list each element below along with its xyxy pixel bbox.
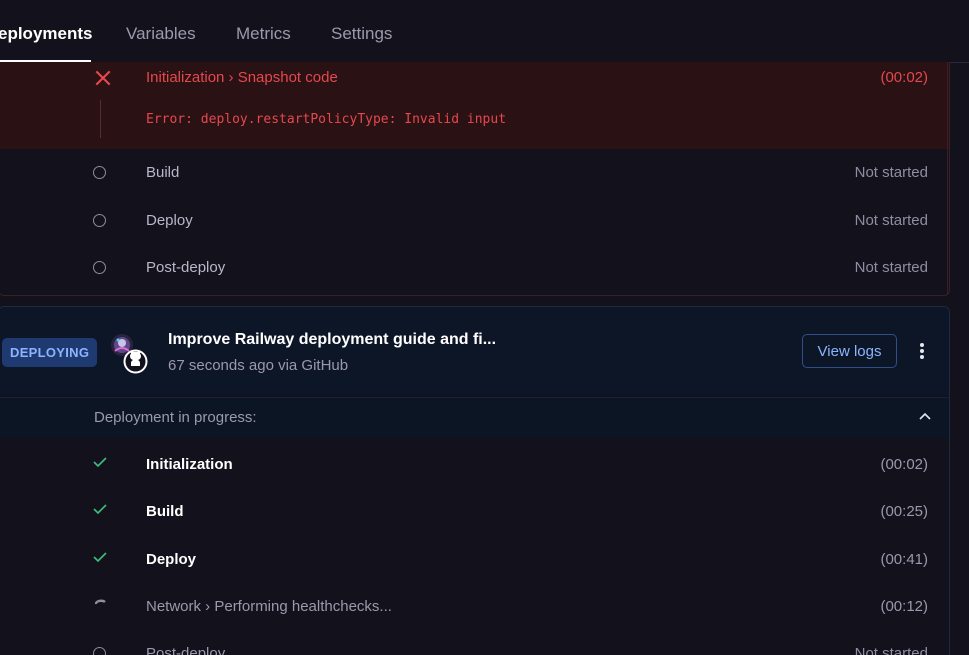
view-logs-button[interactable]: View logs xyxy=(802,334,897,368)
step-row: Post-deploy Not started xyxy=(0,252,949,292)
deployment-progress-header[interactable]: Deployment in progress: xyxy=(0,397,949,438)
step-row: Build Not started xyxy=(0,157,949,197)
more-options-icon[interactable] xyxy=(917,343,927,361)
step-status: Not started xyxy=(854,212,928,229)
step-time: (00:25) xyxy=(880,503,928,520)
step-row: Deploy (00:41) xyxy=(0,540,949,580)
step-row: Deploy Not started xyxy=(0,205,949,245)
active-deployment-card: DEPLOYING Improve Railway deployment gui… xyxy=(0,306,950,655)
check-icon xyxy=(93,552,107,563)
deployments-page: eployments Variables Metrics Settings In… xyxy=(0,0,969,655)
commit-meta: 67 seconds ago via GitHub xyxy=(168,357,349,374)
step-row: Post-deploy Not started xyxy=(0,633,949,655)
chevron-up-icon[interactable] xyxy=(919,411,931,423)
tab-metrics[interactable]: Metrics xyxy=(236,24,291,44)
step-time: Not started xyxy=(854,645,928,655)
error-step-time: (00:02) xyxy=(880,69,928,86)
step-label: Build xyxy=(146,164,180,181)
deployment-header[interactable]: DEPLOYING Improve Railway deployment gui… xyxy=(0,307,949,395)
tab-variables[interactable]: Variables xyxy=(126,24,196,44)
progress-label: Deployment in progress: xyxy=(94,409,257,426)
step-row: Initialization (00:02) xyxy=(0,445,949,485)
pending-circle-icon xyxy=(93,647,106,655)
spinner-icon xyxy=(94,599,106,605)
check-icon xyxy=(93,504,107,515)
commit-title[interactable]: Improve Railway deployment guide and fi.… xyxy=(168,331,496,349)
step-row: Network › Performing healthchecks... (00… xyxy=(0,587,949,627)
card-edge xyxy=(947,62,948,295)
check-icon xyxy=(93,457,107,468)
pending-circle-icon xyxy=(93,261,106,274)
step-label: Network › Performing healthchecks... xyxy=(146,598,392,615)
step-label: Build xyxy=(146,503,184,520)
tab-deployments[interactable]: eployments xyxy=(0,24,92,44)
tab-bar: eployments Variables Metrics Settings xyxy=(0,0,969,63)
close-icon xyxy=(95,70,111,86)
step-status: Not started xyxy=(854,259,928,276)
step-label: Deploy xyxy=(146,212,193,229)
tab-settings[interactable]: Settings xyxy=(331,24,392,44)
step-label: Post-deploy xyxy=(146,259,226,276)
step-row: Build (00:25) xyxy=(0,492,949,532)
status-badge: DEPLOYING xyxy=(2,338,98,367)
pending-circle-icon xyxy=(93,166,106,179)
pending-circle-icon xyxy=(93,214,106,227)
failed-deployment-card: Initialization › Snapshot code (00:02) E… xyxy=(0,62,950,296)
step-time: (00:02) xyxy=(880,456,928,473)
github-icon xyxy=(123,349,148,374)
step-time: (00:12) xyxy=(880,598,928,615)
step-status: Not started xyxy=(854,164,928,181)
step-label: Initialization xyxy=(146,456,233,473)
error-message: Error: deploy.restartPolicyType: Invalid… xyxy=(146,112,507,127)
error-connector-line xyxy=(100,100,101,138)
error-step-label: Initialization › Snapshot code xyxy=(146,69,338,86)
error-step-panel: Initialization › Snapshot code (00:02) E… xyxy=(0,62,949,149)
step-time: (00:41) xyxy=(880,551,928,568)
step-label: Post-deploy xyxy=(146,645,226,655)
step-label: Deploy xyxy=(146,551,197,568)
avatar xyxy=(109,331,149,374)
